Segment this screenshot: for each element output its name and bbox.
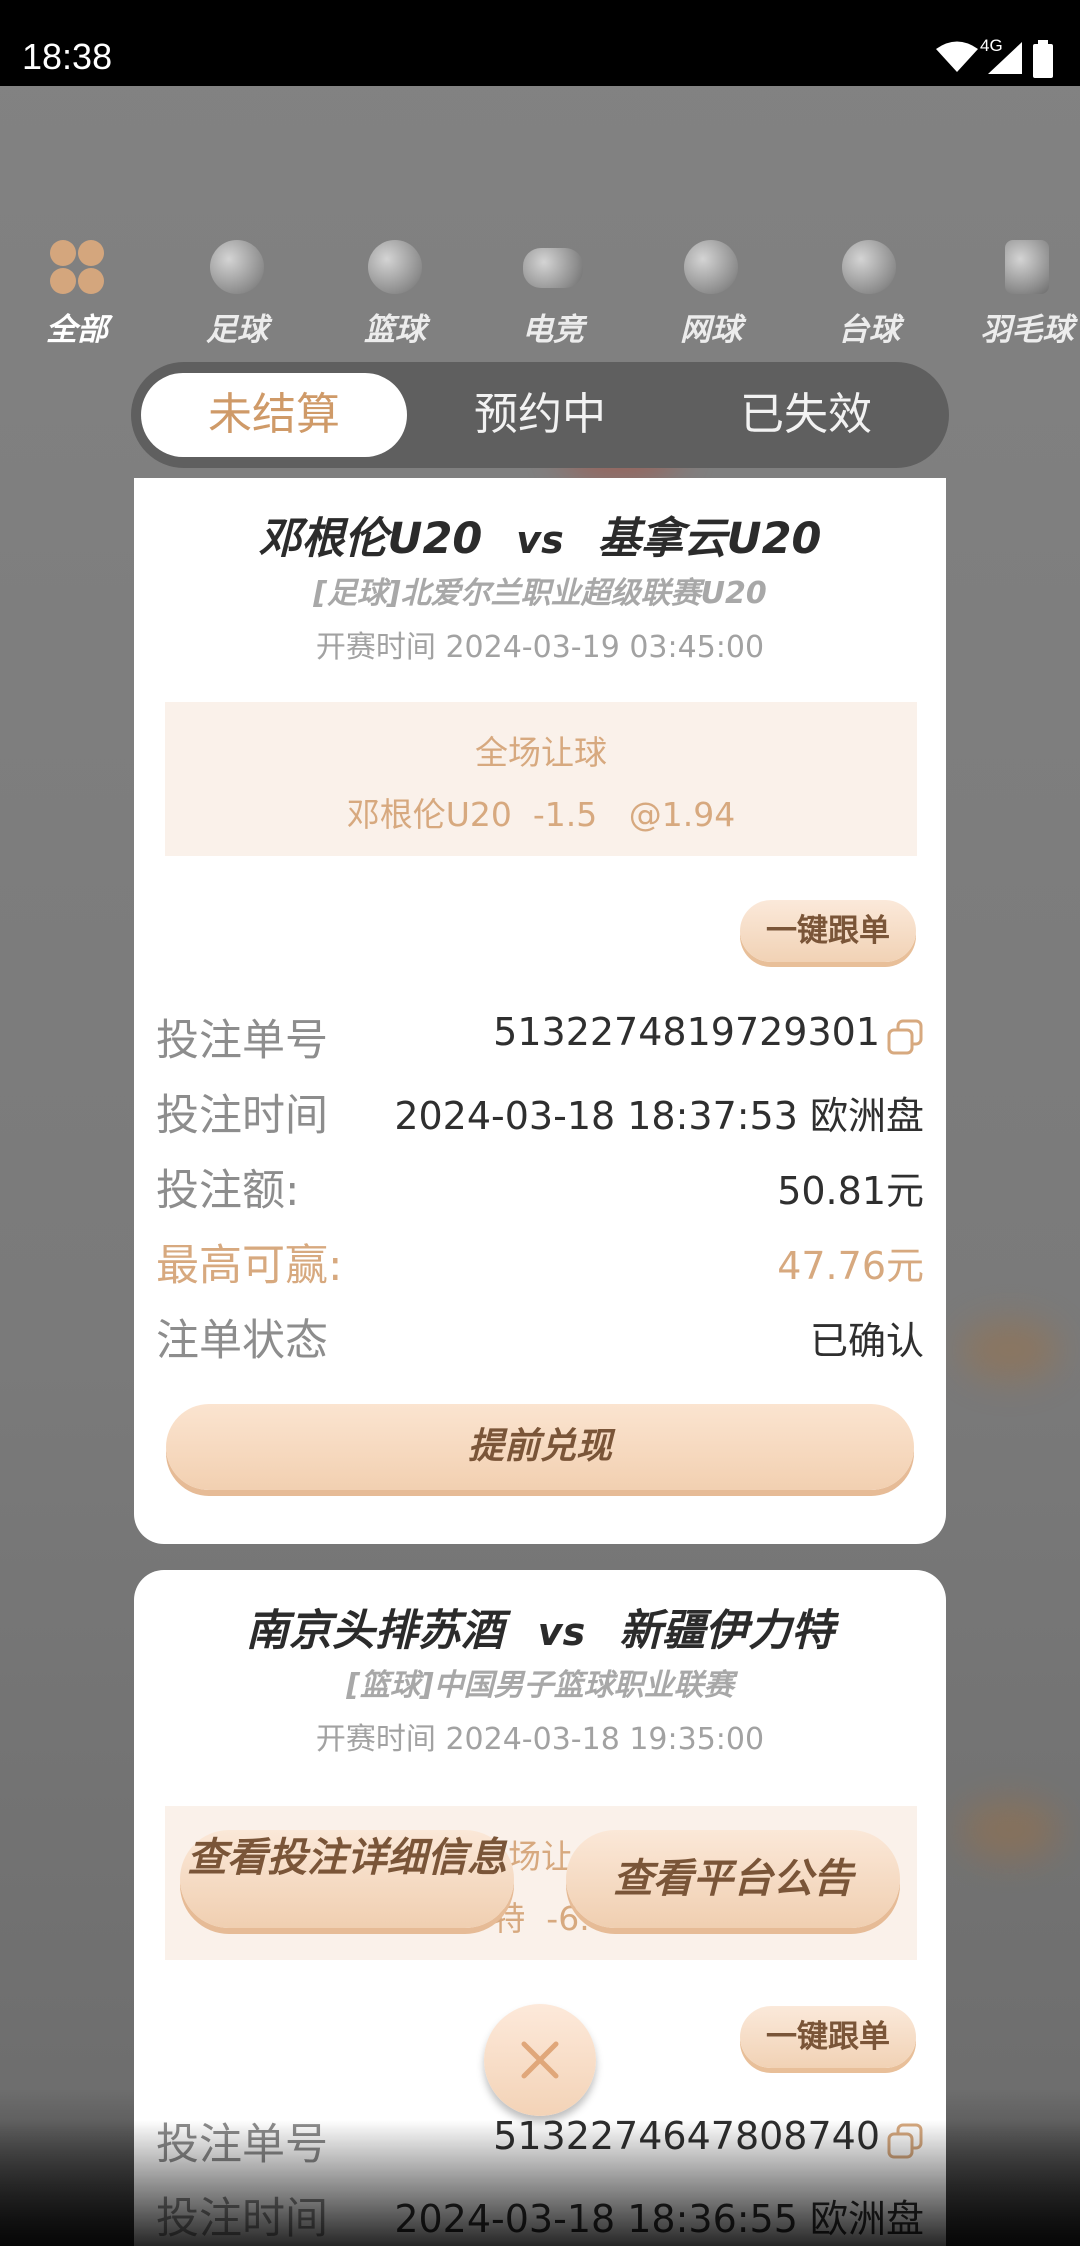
kickoff-time: 开赛时间 2024-03-18 19:35:00	[315, 1722, 765, 1757]
basketball-icon	[368, 240, 422, 294]
max-win-value: 47.76元	[777, 1244, 924, 1288]
bet-card: 邓根伦U20 vs 基拿云U20 [足球]北爱尔兰职业超级联赛U20 开赛时间 20…	[134, 478, 946, 1554]
category-label: 羽毛球	[980, 312, 1074, 348]
category-label: 篮球	[364, 312, 426, 348]
category-badminton[interactable]: 羽毛球	[962, 240, 1080, 349]
football-icon	[210, 240, 264, 294]
vs-label: vs	[516, 518, 564, 562]
order-number-value: 5132274647808740	[493, 2114, 880, 2158]
tab-unsettled[interactable]: 未结算	[141, 373, 407, 457]
order-number-value: 5132274819729301	[493, 1010, 880, 1054]
vs-label: vs	[537, 1610, 586, 1654]
stake-row: 投注额: 50.81元	[156, 1156, 924, 1216]
follow-bet-button[interactable]: 一键跟单	[740, 2006, 916, 2068]
bet-time-label: 投注时间	[156, 2194, 328, 2244]
category-label: 全部	[46, 312, 108, 348]
market-name: 全场让球	[475, 733, 607, 772]
home-team: 南京头排苏酒	[245, 1606, 504, 1656]
sport-category-bar: 全部 足球 篮球 电竞 网球 台球 羽毛球	[0, 240, 1080, 350]
follow-bet-button[interactable]: 一键跟单	[740, 900, 916, 962]
bet-status-value: 已确认	[809, 1319, 924, 1363]
category-tennis[interactable]: 网球	[646, 240, 776, 349]
copy-icon[interactable]	[886, 1018, 924, 1056]
bet-status-tabs: 未结算 预约中 已失效	[131, 362, 949, 468]
league-name: [足球]北爱尔兰职业超级联赛U20	[313, 576, 767, 611]
battery-icon	[1033, 40, 1053, 78]
tab-expired[interactable]: 已失效	[673, 373, 939, 457]
category-label: 电竞	[522, 312, 584, 348]
order-number-row: 投注单号 5132274647808740	[156, 2110, 924, 2170]
category-all[interactable]: 全部	[12, 240, 142, 349]
bet-time-row: 投注时间 2024-03-18 18:36:55 欧洲盘	[156, 2184, 924, 2244]
view-announcements-button[interactable]: 查看平台公告	[566, 1830, 900, 1928]
category-label: 网球	[680, 312, 742, 348]
clover-icon	[50, 240, 104, 294]
bet-status-label: 注单状态	[156, 1316, 328, 1366]
home-team: 邓根伦U20	[258, 514, 483, 564]
wifi-icon	[936, 41, 978, 72]
bet-time-value: 2024-03-18 18:36:55 欧洲盘	[394, 2197, 924, 2241]
order-number-label: 投注单号	[156, 2120, 328, 2170]
selection-odds: 邓根伦U20 -1.5 @1.94	[346, 795, 736, 834]
close-icon	[521, 2041, 559, 2079]
background-blur	[960, 1320, 1060, 1380]
status-bar: 18:38 4G	[0, 0, 1080, 86]
cell-signal-icon	[988, 42, 1022, 74]
tab-reserved[interactable]: 预约中	[407, 373, 673, 457]
order-number-row: 投注单号 5132274819729301	[156, 1006, 924, 1066]
bet-status-row: 注单状态 已确认	[156, 1306, 924, 1366]
bet-time-value: 2024-03-18 18:37:53 欧洲盘	[394, 1094, 924, 1138]
category-label: 足球	[206, 312, 268, 348]
badminton-icon	[1005, 240, 1049, 294]
stake-value: 50.81元	[777, 1169, 924, 1213]
away-team: 新疆伊力特	[619, 1606, 835, 1656]
close-overlay-button[interactable]	[484, 2004, 596, 2116]
category-esports[interactable]: 电竞	[488, 240, 618, 349]
background-blur	[960, 1800, 1060, 1860]
category-billiards[interactable]: 台球	[804, 240, 934, 349]
max-win-label: 最高可赢:	[156, 1241, 343, 1291]
category-basketball[interactable]: 篮球	[330, 240, 460, 349]
category-label: 台球	[838, 312, 900, 348]
screen: 18:38 4G 全部 足球 篮球 电竞 网球 台球 羽毛球 未结算 预约中 已…	[0, 0, 1080, 2246]
away-team: 基拿云U20	[597, 514, 822, 564]
bet-selection-box: 全场让球 邓根伦U20 -1.5 @1.94	[165, 702, 917, 856]
kickoff-time: 开赛时间 2024-03-19 03:45:00	[315, 630, 765, 665]
match-title: 南京头排苏酒 vs 新疆伊力特	[134, 1596, 946, 1658]
stake-label: 投注额:	[156, 1166, 300, 1216]
view-bet-details-button[interactable]: 查看投注详细信息	[180, 1830, 514, 1928]
status-time: 18:38	[22, 36, 113, 77]
bet-time-row: 投注时间 2024-03-18 18:37:53 欧洲盘	[156, 1081, 924, 1141]
bet-time-label: 投注时间	[156, 1091, 328, 1141]
billiards-icon	[842, 240, 896, 294]
copy-icon[interactable]	[886, 2122, 924, 2160]
category-football[interactable]: 足球	[172, 240, 302, 349]
tennis-icon	[684, 240, 738, 294]
league-name: [篮球]中国男子篮球职业联赛	[346, 1668, 734, 1703]
gamepad-icon	[523, 248, 583, 288]
order-number-label: 投注单号	[156, 1016, 328, 1066]
match-title: 邓根伦U20 vs 基拿云U20	[134, 504, 946, 566]
cash-out-button[interactable]: 提前兑现	[166, 1404, 914, 1490]
max-win-row: 最高可赢: 47.76元	[156, 1231, 924, 1291]
